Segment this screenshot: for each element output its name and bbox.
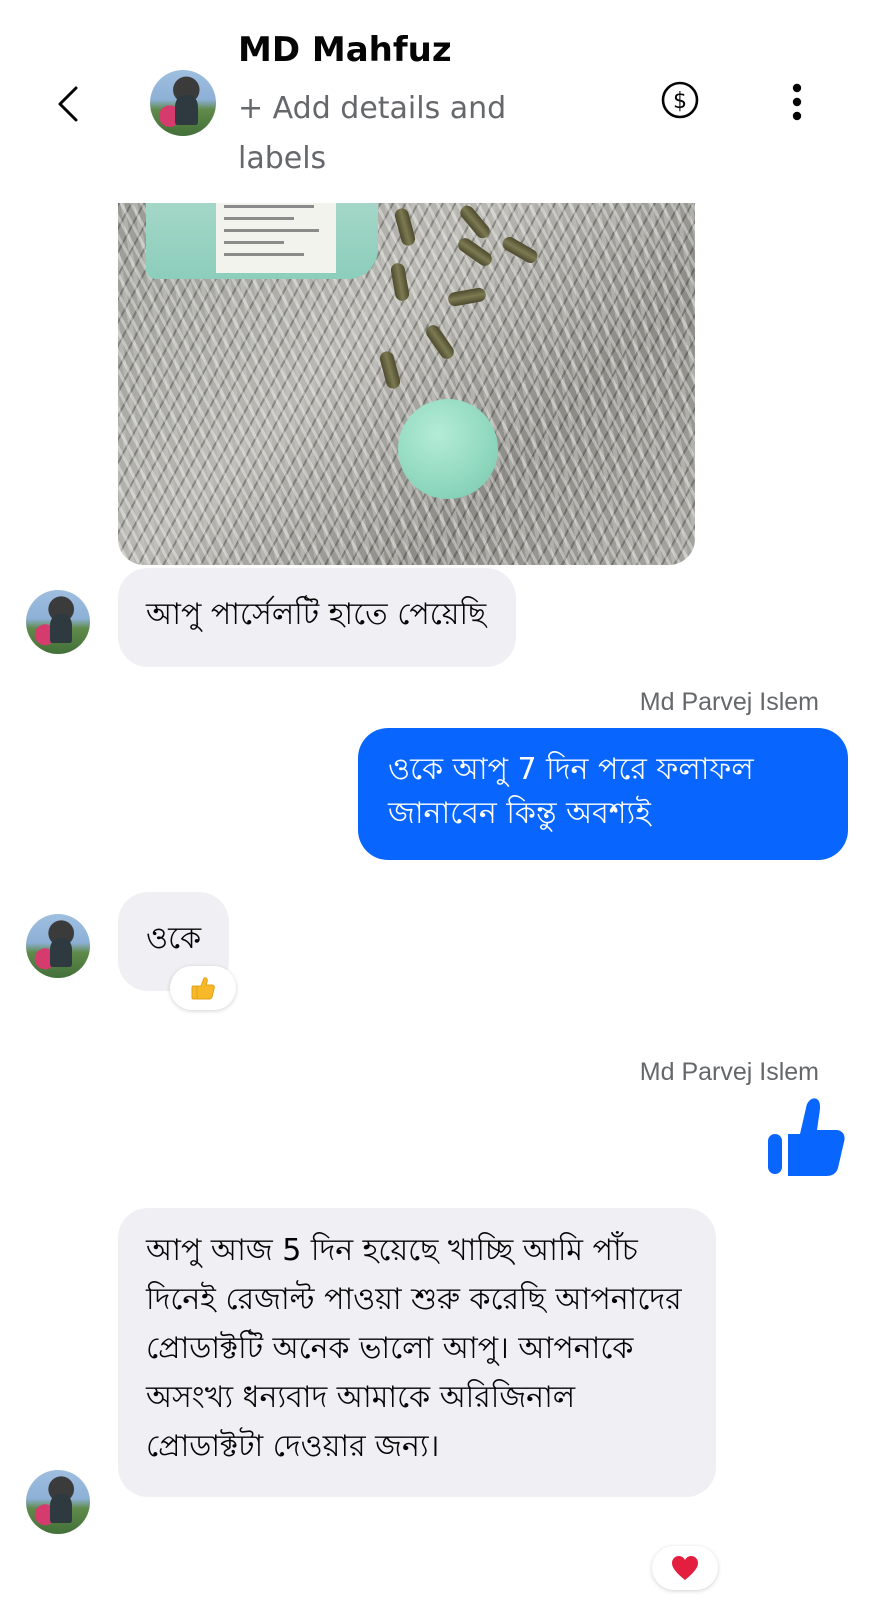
thumbs-up-emoji-icon — [191, 977, 215, 1000]
shared-photo[interactable] — [118, 203, 695, 565]
back-button[interactable] — [48, 82, 88, 126]
reaction-badge[interactable] — [652, 1546, 718, 1590]
dollar-icon: $ — [661, 81, 699, 119]
sender-name: Md Parvej Islem — [639, 688, 819, 716]
sender-name: Md Parvej Islem — [639, 1058, 819, 1086]
message-text: আপু আজ 5 দিন হয়েছে খাচ্ছি আমি পাঁচ দিনে… — [146, 1233, 682, 1464]
contact-name[interactable]: MD Mahfuz — [238, 30, 452, 70]
contact-avatar-small[interactable] — [26, 1470, 90, 1534]
chevron-left-icon — [58, 86, 78, 122]
message-incoming[interactable]: আপু আজ 5 দিন হয়েছে খাচ্ছি আমি পাঁচ দিনে… — [118, 1208, 716, 1497]
add-details-link[interactable]: + Add details and labels — [238, 84, 568, 184]
more-options-button[interactable] — [785, 80, 809, 124]
contact-avatar[interactable] — [150, 70, 216, 136]
more-vertical-icon — [792, 83, 802, 121]
thumbs-up-icon — [768, 1098, 845, 1176]
contact-avatar-small[interactable] — [26, 914, 90, 978]
svg-text:$: $ — [673, 89, 687, 114]
payment-button[interactable]: $ — [660, 80, 700, 120]
bottle-image — [146, 203, 378, 279]
reaction-badge[interactable] — [170, 966, 236, 1010]
message-outgoing[interactable]: ওকে আপু 7 দিন পরে ফলাফল জানাবেন কিন্তু অ… — [358, 728, 848, 860]
heart-emoji-icon — [672, 1556, 698, 1580]
like-sticker[interactable] — [764, 1094, 846, 1178]
message-text: ওকে আপু 7 দিন পরে ফলাফল জানাবেন কিন্তু অ… — [388, 752, 754, 831]
contact-avatar-small[interactable] — [26, 590, 90, 654]
message-text: আপু পার্সেলটি হাতে পেয়েছি — [146, 597, 487, 632]
message-text: ওকে — [146, 921, 202, 956]
message-incoming[interactable]: আপু পার্সেলটি হাতে পেয়েছি — [118, 568, 517, 667]
bottle-cap-image — [398, 399, 498, 499]
